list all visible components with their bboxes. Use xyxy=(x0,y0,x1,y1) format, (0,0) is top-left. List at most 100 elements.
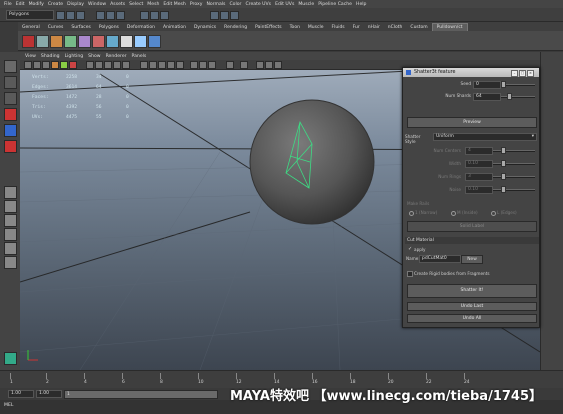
menu-create[interactable]: Create xyxy=(48,2,63,7)
width-slider[interactable] xyxy=(493,163,535,165)
save-scene-icon[interactable] xyxy=(76,11,85,20)
menu-color[interactable]: Color xyxy=(229,2,241,7)
noise-slider-knob[interactable] xyxy=(501,186,506,193)
create-rigid-checkbox[interactable] xyxy=(407,271,413,277)
layout-stack-icon[interactable] xyxy=(4,228,17,241)
anti-alias-icon[interactable] xyxy=(176,61,184,69)
layout-four-icon[interactable] xyxy=(4,200,17,213)
num-rings-slider-knob[interactable] xyxy=(501,173,506,180)
minimize-icon[interactable]: – xyxy=(511,70,518,77)
exposure-icon[interactable] xyxy=(274,61,282,69)
seed-field[interactable]: 0 xyxy=(473,81,501,89)
lasso-tool-icon[interactable] xyxy=(4,76,17,89)
menu-file[interactable]: File xyxy=(4,2,12,7)
shelf-tab-pulldown-ct[interactable]: Pulldown/ct xyxy=(431,23,468,31)
width-slider-knob[interactable] xyxy=(501,160,506,167)
maximize-icon[interactable]: □ xyxy=(519,70,526,77)
shadows-icon[interactable] xyxy=(122,61,130,69)
width-field[interactable]: 0.10 xyxy=(465,160,493,168)
shelf-tool-icon[interactable] xyxy=(36,35,49,48)
motion-blur-icon[interactable] xyxy=(167,61,175,69)
shelf-tab-fur[interactable]: Fur xyxy=(349,24,364,31)
menu-create-uvs[interactable]: Create UVs xyxy=(245,2,271,7)
shelf-tab-animation[interactable]: Animation xyxy=(159,24,190,31)
noise-field[interactable]: 0.10 xyxy=(465,186,493,194)
viewport-menu-panels[interactable]: Panels xyxy=(132,54,147,59)
shelf-tab-deformation[interactable]: Deformation xyxy=(123,24,159,31)
shelf-tab-ncloth[interactable]: nCloth xyxy=(384,24,407,31)
shelf-tool-icon[interactable] xyxy=(50,35,63,48)
menu-edit-uvs[interactable]: Edit UVs xyxy=(275,2,294,7)
shelf-tab-dynamics[interactable]: Dynamics xyxy=(190,24,220,31)
noise-slider[interactable] xyxy=(493,189,535,191)
menu-modify[interactable]: Modify xyxy=(29,2,44,7)
viewport-menu-show[interactable]: Show xyxy=(88,54,100,59)
select-object-icon[interactable] xyxy=(106,11,115,20)
rail-radio-narrow[interactable] xyxy=(409,211,414,216)
shelf-tab-fluids[interactable]: Fluids xyxy=(328,24,349,31)
range-playback-start-field[interactable]: 1.00 xyxy=(36,390,62,398)
num-centers-field[interactable]: 4 xyxy=(465,147,493,155)
layout-single-icon[interactable] xyxy=(4,186,17,199)
shatter-it-button[interactable]: Shatter It! xyxy=(407,284,537,298)
menu-edit[interactable]: Edit xyxy=(16,2,25,7)
image-plane-icon[interactable] xyxy=(51,61,59,69)
ipr-render-icon[interactable] xyxy=(220,11,229,20)
gamma-icon[interactable] xyxy=(265,61,273,69)
range-bar[interactable]: 1 xyxy=(64,390,218,399)
select-tool-icon[interactable] xyxy=(4,60,17,73)
shelf-tab-custom[interactable]: Custom xyxy=(406,24,431,31)
num-centers-slider[interactable] xyxy=(493,150,535,152)
select-component-icon[interactable] xyxy=(116,11,125,20)
shatter-style-select[interactable]: Uniform ▾ xyxy=(433,133,537,141)
snap-curve-icon[interactable] xyxy=(150,11,159,20)
viewport-menu-lighting[interactable]: Lighting xyxy=(65,54,84,59)
resolution-gate-icon[interactable] xyxy=(190,61,198,69)
solid-label-button[interactable]: Solid Label xyxy=(407,221,537,232)
num-shards-slider-knob[interactable] xyxy=(507,93,512,100)
menu-muscle[interactable]: Muscle xyxy=(298,2,314,7)
menu-assets[interactable]: Assets xyxy=(110,2,125,7)
xray-icon[interactable] xyxy=(140,61,148,69)
shelf-tab-nhair[interactable]: nHair xyxy=(364,24,384,31)
shelf-tab-general[interactable]: General xyxy=(18,24,44,31)
undo-last-button[interactable]: Undo Last xyxy=(407,302,537,311)
menu-select[interactable]: Select xyxy=(129,2,143,7)
shelf-tool-icon[interactable] xyxy=(92,35,105,48)
undo-all-button[interactable]: Undo All xyxy=(407,314,537,323)
stereo-icon[interactable] xyxy=(240,61,248,69)
menu-normals[interactable]: Normals xyxy=(206,2,225,7)
new-material-button[interactable]: New xyxy=(461,255,483,264)
shelf-tool-icon[interactable] xyxy=(22,35,35,48)
num-shards-field[interactable]: 64 xyxy=(473,93,501,101)
menu-mesh[interactable]: Mesh xyxy=(147,2,159,7)
snap-point-icon[interactable] xyxy=(160,11,169,20)
menu-edit-mesh[interactable]: Edit Mesh xyxy=(163,2,185,7)
num-centers-slider-knob[interactable] xyxy=(501,147,506,154)
menu-proxy[interactable]: Proxy xyxy=(190,2,203,7)
cut-material-name-field[interactable]: pdCutMat0 xyxy=(419,255,461,263)
shelf-tab-polygons[interactable]: Polygons xyxy=(95,24,123,31)
film-gate-icon[interactable] xyxy=(69,61,77,69)
seed-slider-knob[interactable] xyxy=(501,81,506,88)
window-titlebar[interactable]: Shatter3t feature – □ × xyxy=(403,68,539,77)
layout-graph-icon[interactable] xyxy=(4,256,17,269)
menu-help[interactable]: Help xyxy=(356,2,366,7)
render-settings-icon[interactable] xyxy=(230,11,239,20)
close-icon[interactable]: × xyxy=(527,70,534,77)
camera-attr-icon[interactable] xyxy=(33,61,41,69)
menu-window[interactable]: Window xyxy=(88,2,106,7)
rotate-tool-icon[interactable] xyxy=(4,124,17,137)
render-icon[interactable] xyxy=(210,11,219,20)
shelf-tab-rendering[interactable]: Rendering xyxy=(220,24,251,31)
isolate-select-icon[interactable] xyxy=(149,61,157,69)
select-hierarchy-icon[interactable] xyxy=(96,11,105,20)
ambient-occlusion-icon[interactable] xyxy=(158,61,166,69)
seed-slider[interactable] xyxy=(501,84,535,86)
layout-side-icon[interactable] xyxy=(4,214,17,227)
bookmark-icon[interactable] xyxy=(42,61,50,69)
shelf-tool-icon[interactable] xyxy=(106,35,119,48)
num-rings-field[interactable]: 3 xyxy=(465,173,493,181)
snap-grid-icon[interactable] xyxy=(140,11,149,20)
textured-icon[interactable] xyxy=(104,61,112,69)
